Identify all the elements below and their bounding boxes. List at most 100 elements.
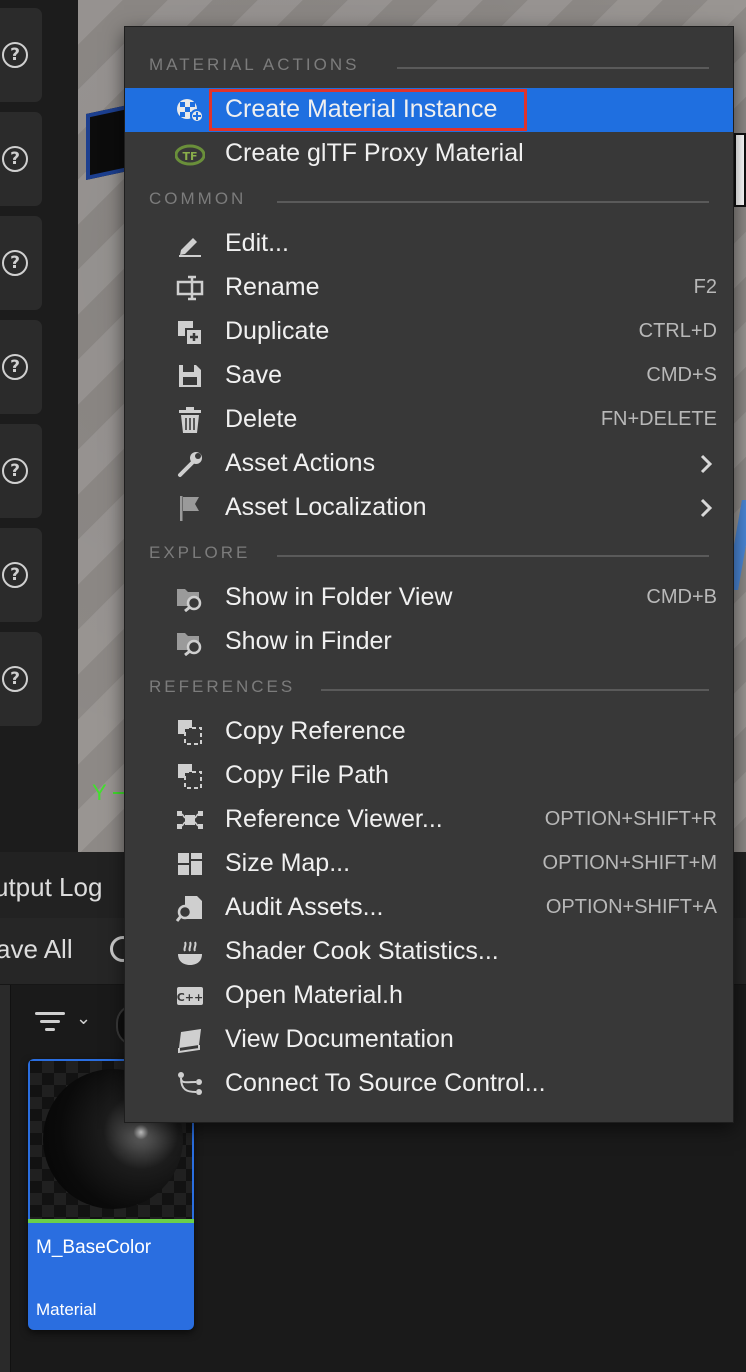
material-instance-icon	[175, 96, 205, 124]
highlight-callout-box	[209, 89, 527, 131]
menu-item-delete[interactable]: Delete FN+DELETE	[125, 398, 733, 442]
help-button[interactable]: ?	[0, 632, 42, 726]
menu-item-rename[interactable]: Rename F2	[125, 266, 733, 310]
help-icon: ?	[2, 250, 28, 276]
menu-item-copy-reference[interactable]: Copy Reference	[125, 710, 733, 754]
save-all-button[interactable]: ave All	[0, 934, 73, 965]
help-button[interactable]: ?	[0, 320, 42, 414]
menu-item-label: Edit...	[225, 229, 289, 257]
menu-item-label: Copy Reference	[225, 717, 406, 745]
menu-item-shortcut: CMD+S	[646, 364, 717, 386]
duplicate-icon	[175, 318, 205, 346]
section-title: EXPLORE	[149, 543, 251, 562]
menu-item-connect-to-source-control[interactable]: Connect To Source Control...	[125, 1062, 733, 1106]
cpp-icon: C++	[175, 982, 205, 1010]
section-title: MATERIAL ACTIONS	[149, 55, 360, 74]
menu-item-copy-file-path[interactable]: Copy File Path	[125, 754, 733, 798]
menu-item-asset-actions[interactable]: Asset Actions	[125, 442, 733, 486]
menu-item-label: Audit Assets...	[225, 893, 384, 921]
help-icon: ?	[2, 146, 28, 172]
section-material-actions: MATERIAL ACTIONS	[125, 51, 733, 81]
menu-item-create-gltf-proxy-material[interactable]: TF Create glTF Proxy Material	[125, 132, 733, 176]
help-button[interactable]: ?	[0, 528, 42, 622]
section-title: COMMON	[149, 189, 247, 208]
menu-item-shortcut: OPTION+SHIFT+R	[544, 808, 717, 830]
book-icon	[175, 1026, 205, 1054]
menu-item-asset-localization[interactable]: Asset Localization	[125, 486, 733, 530]
menu-item-label: Delete	[225, 405, 298, 433]
menu-item-open-material-h[interactable]: C++ Open Material.h	[125, 974, 733, 1018]
sources-panel-edge	[0, 985, 11, 1372]
viewport-object	[734, 133, 746, 207]
menu-item-label: Save	[225, 361, 282, 389]
menu-item-shortcut: CTRL+D	[638, 320, 717, 342]
chevron-down-icon[interactable]: ⌄	[76, 1008, 91, 1029]
section-explore: EXPLORE	[125, 539, 733, 569]
asset-name: M_BaseColor	[36, 1237, 152, 1258]
menu-item-show-in-folder-view[interactable]: Show in Folder View CMD+B	[125, 576, 733, 620]
menu-item-reference-viewer[interactable]: Reference Viewer... OPTION+SHIFT+R	[125, 798, 733, 842]
help-icon: ?	[2, 354, 28, 380]
size-map-icon	[175, 850, 205, 878]
reference-viewer-icon	[175, 806, 205, 834]
menu-item-shortcut: OPTION+SHIFT+A	[545, 896, 717, 918]
menu-item-label: Show in Finder	[225, 627, 392, 655]
help-icon: ?	[2, 562, 28, 588]
menu-item-label: Connect To Source Control...	[225, 1069, 546, 1097]
menu-item-label: Show in Folder View	[225, 583, 453, 611]
left-toolbar: ? ? ? ? ? ? ?	[0, 0, 78, 852]
section-divider	[321, 689, 709, 691]
menu-item-create-material-instance[interactable]: Create Material Instance	[125, 88, 733, 132]
help-icon: ?	[2, 42, 28, 68]
menu-item-shortcut: FN+DELETE	[600, 408, 717, 430]
menu-item-show-in-finder[interactable]: Show in Finder	[125, 620, 733, 664]
svg-text:TF: TF	[182, 150, 197, 163]
menu-item-label: Shader Cook Statistics...	[225, 937, 499, 965]
menu-item-audit-assets[interactable]: Audit Assets... OPTION+SHIFT+A	[125, 886, 733, 930]
help-button[interactable]: ?	[0, 216, 42, 310]
help-button[interactable]: ?	[0, 424, 42, 518]
svg-text:C++: C++	[177, 991, 204, 1004]
axis-y-label: Y	[92, 780, 107, 805]
menu-item-label: Duplicate	[225, 317, 330, 345]
filter-icon[interactable]	[34, 1012, 66, 1034]
wrench-icon	[175, 450, 205, 478]
section-divider	[397, 67, 709, 69]
folder-search-icon	[175, 584, 205, 612]
menu-item-edit[interactable]: Edit...	[125, 222, 733, 266]
steam-bowl-icon	[175, 938, 205, 966]
folder-search-icon	[175, 628, 205, 656]
menu-item-shortcut: CMD+B	[646, 586, 717, 608]
menu-item-duplicate[interactable]: Duplicate CTRL+D	[125, 310, 733, 354]
menu-item-label: View Documentation	[225, 1025, 454, 1053]
menu-item-shortcut: F2	[693, 276, 717, 298]
menu-item-label: Reference Viewer...	[225, 805, 443, 833]
tab-output-log[interactable]: utput Log	[0, 872, 102, 903]
menu-item-label: Rename	[225, 273, 320, 301]
section-references: REFERENCES	[125, 673, 733, 703]
menu-item-view-documentation[interactable]: View Documentation	[125, 1018, 733, 1062]
save-icon	[175, 362, 205, 390]
help-button[interactable]: ?	[0, 112, 42, 206]
menu-item-label: Size Map...	[225, 849, 351, 877]
menu-item-label: Create glTF Proxy Material	[225, 139, 524, 167]
menu-item-size-map[interactable]: Size Map... OPTION+SHIFT+M	[125, 842, 733, 886]
menu-item-save[interactable]: Save CMD+S	[125, 354, 733, 398]
section-divider	[277, 555, 709, 557]
section-common: COMMON	[125, 185, 733, 215]
context-menu: MATERIAL ACTIONS Create Material Instanc…	[124, 26, 734, 1123]
copy-icon	[175, 718, 205, 746]
help-icon: ?	[2, 458, 28, 484]
help-button[interactable]: ?	[0, 8, 42, 102]
menu-item-label: Asset Actions	[225, 449, 376, 477]
menu-item-shader-cook-statistics[interactable]: Shader Cook Statistics...	[125, 930, 733, 974]
audit-icon	[175, 894, 205, 922]
asset-type-color-bar	[28, 1219, 194, 1223]
asset-type: Material	[36, 1300, 97, 1319]
menu-item-label: Open Material.h	[225, 981, 403, 1009]
flag-icon	[175, 494, 205, 522]
submenu-chevron-icon	[695, 495, 717, 521]
trash-icon	[175, 406, 205, 434]
source-control-icon	[175, 1070, 205, 1098]
help-icon: ?	[2, 666, 28, 692]
